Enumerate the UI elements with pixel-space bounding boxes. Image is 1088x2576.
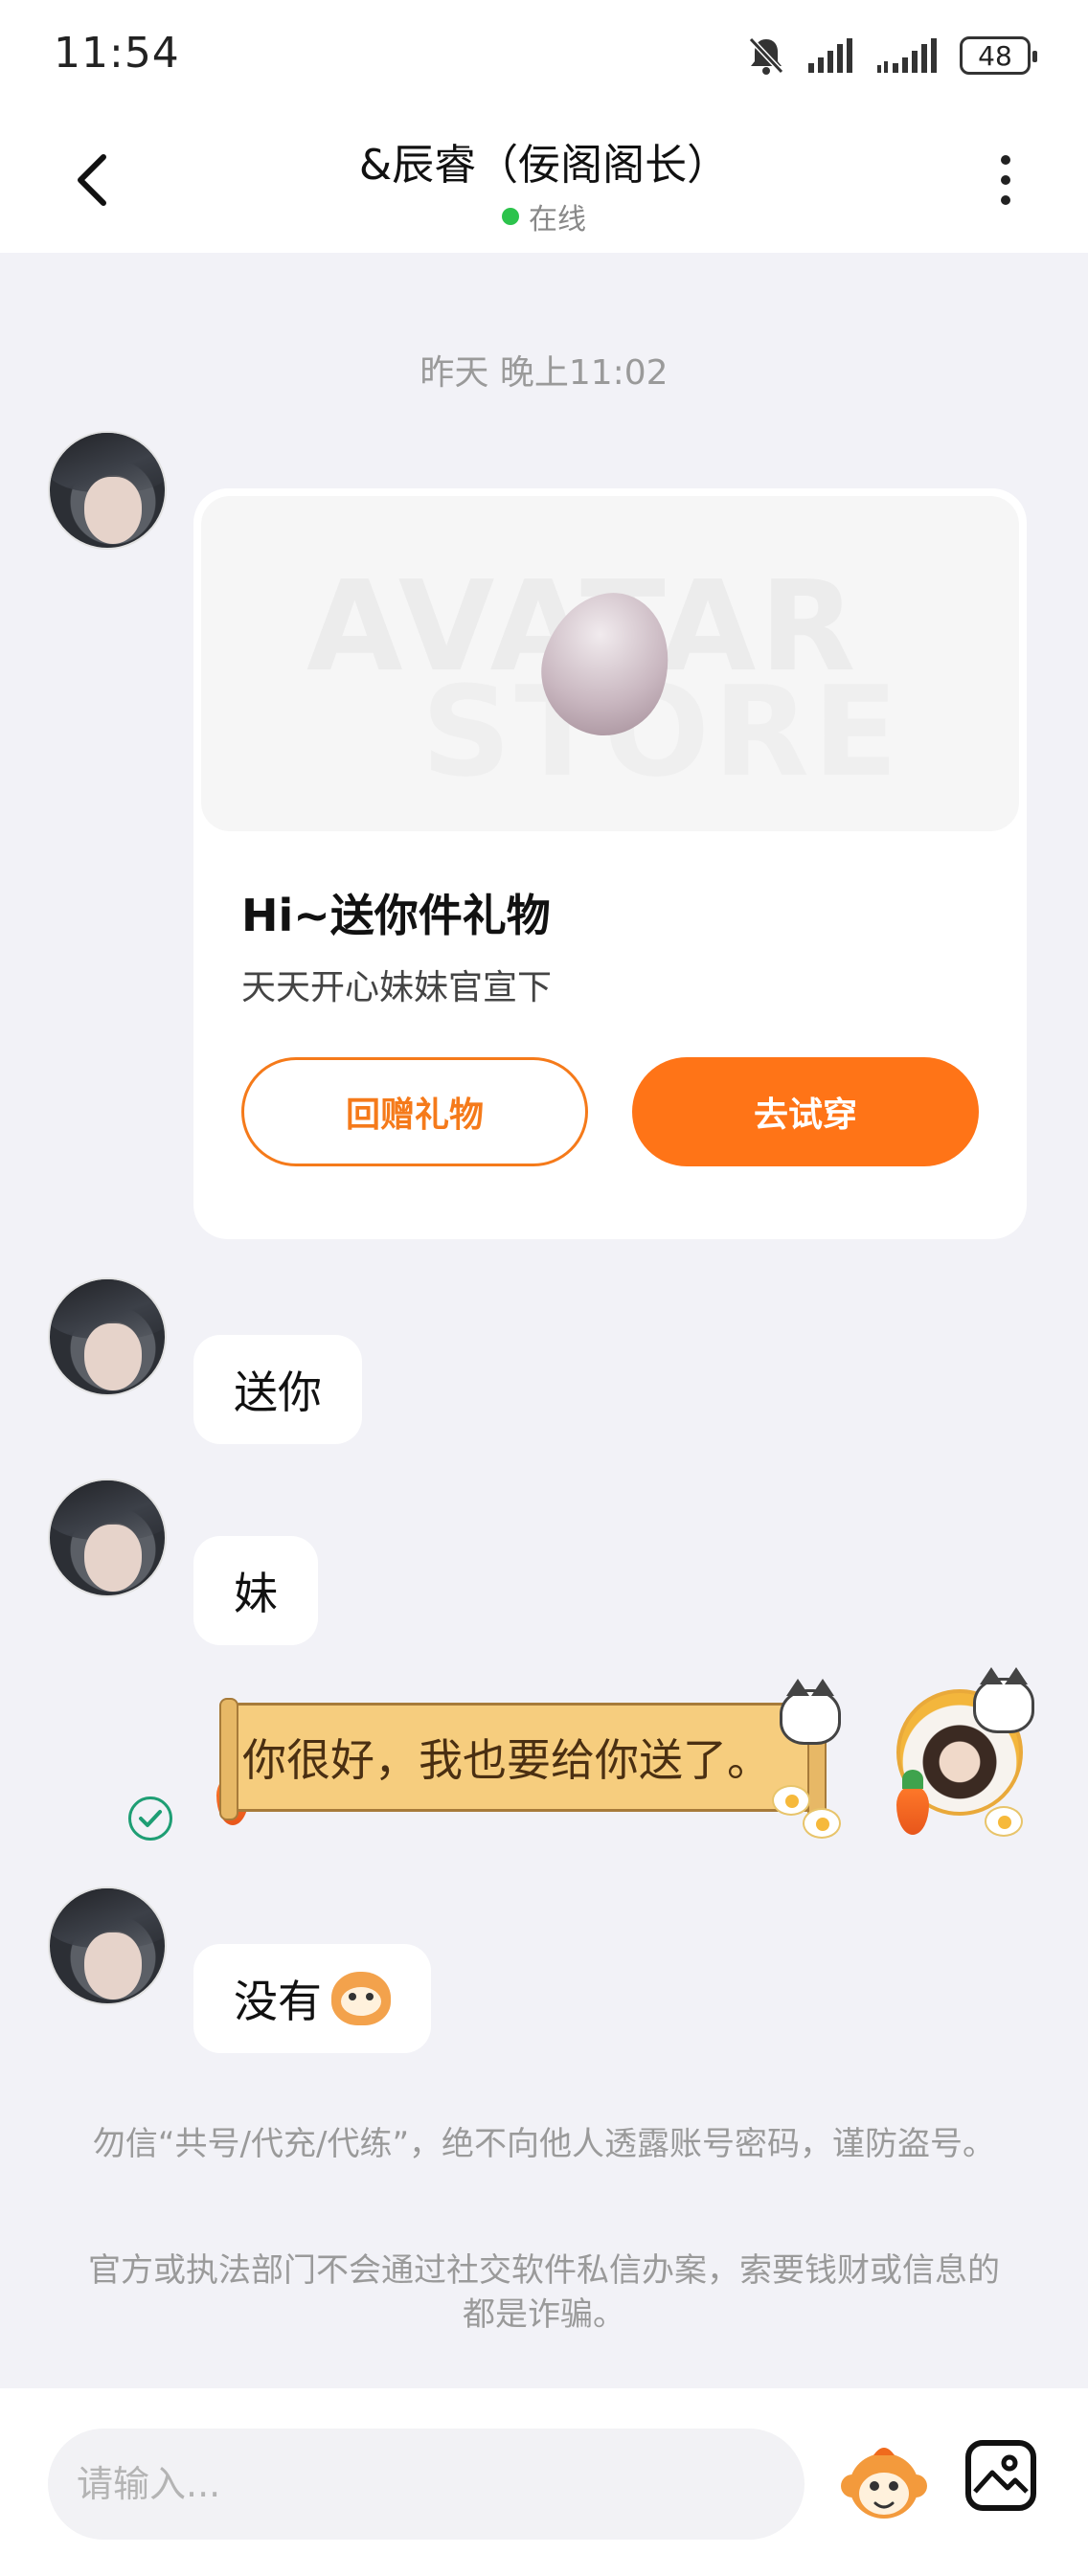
message-timestamp: 昨天 晚上11:02: [419, 353, 669, 393]
presence-label: 在线: [529, 203, 586, 237]
input-bar: [0, 2388, 1088, 2576]
carrot-icon: [896, 1770, 929, 1835]
signal-icon: [877, 38, 937, 73]
contact-avatar[interactable]: [48, 1277, 167, 1396]
bell-off-icon: [748, 36, 784, 75]
gift-title: Hi~送你件礼物: [241, 890, 551, 941]
dot-icon: [1001, 155, 1010, 165]
gift-banner: AVATAR STORE: [201, 496, 1019, 831]
image-icon: [973, 2454, 1029, 2494]
status-time: 11:54: [54, 29, 180, 78]
chat-title: &辰睿（佞阁阁长）: [358, 141, 730, 190]
security-notice: 勿信“共号/代充/代练”，绝不向他人透露账号密码，谨防盗号。: [92, 2125, 996, 2163]
chevron-left-icon: [78, 154, 106, 206]
image-button[interactable]: [965, 2440, 1036, 2511]
presence-status: 在线: [192, 195, 896, 237]
sticker-button[interactable]: [839, 2438, 929, 2528]
back-button[interactable]: [57, 146, 126, 215]
contact-avatar[interactable]: [48, 1479, 167, 1597]
monkey-face-emoji-icon: [331, 1972, 391, 2025]
monkey-sticker-icon: [841, 2448, 927, 2519]
sent-check-icon: [128, 1796, 172, 1841]
my-message-bubble[interactable]: 你很好，我也要给你送了。: [219, 1698, 827, 1820]
online-dot-icon: [502, 208, 519, 225]
message-bubble[interactable]: 妹: [193, 1536, 318, 1645]
message-text: 没有: [234, 1976, 322, 2027]
security-notice: 官方或执法部门不会通过社交软件私信办案，索要钱财或信息的都是诈骗。: [88, 2251, 1000, 2334]
message-bubble[interactable]: 送你: [193, 1335, 362, 1444]
egg-sticker-icon: [772, 1785, 810, 1816]
gift-subtitle: 天天开心妹妹官宣下: [241, 968, 553, 1007]
status-bar: 11:54 48: [0, 0, 1088, 107]
title-wrap: &辰睿（佞阁阁长） 在线: [192, 130, 896, 237]
message-text: 送你: [234, 1367, 322, 1418]
message-bubble[interactable]: 没有: [193, 1944, 431, 2053]
dot-icon: [1001, 175, 1010, 185]
contact-avatar[interactable]: [48, 1887, 167, 2005]
try-on-button[interactable]: 去试穿: [632, 1057, 979, 1166]
egg-sticker-icon: [803, 1808, 841, 1839]
more-options-button[interactable]: [981, 149, 1031, 211]
chat-header: &辰睿（佞阁阁长） 在线: [0, 107, 1088, 253]
message-text: 你很好，我也要给你送了。: [242, 1734, 771, 1786]
message-input[interactable]: [48, 2429, 805, 2540]
status-icons: 48: [747, 29, 1037, 82]
dot-icon: [1001, 195, 1010, 205]
egg-sticker-icon: [985, 1806, 1023, 1837]
chat-area[interactable]: 昨天 晚上11:02 AVATAR STORE Hi~送你件礼物 天天开心妹妹官…: [0, 253, 1088, 2388]
cat-sticker-icon: [780, 1679, 841, 1745]
return-gift-button[interactable]: 回赠礼物: [241, 1057, 588, 1166]
battery-icon: 48: [960, 36, 1037, 75]
signal-icon: [808, 38, 852, 73]
battery-level: 48: [978, 39, 1012, 72]
message-text: 妹: [234, 1568, 278, 1619]
gift-card[interactable]: AVATAR STORE Hi~送你件礼物 天天开心妹妹官宣下 回赠礼物 去试穿: [193, 488, 1027, 1239]
contact-avatar[interactable]: [48, 431, 167, 550]
cat-sticker-icon: [973, 1667, 1034, 1733]
